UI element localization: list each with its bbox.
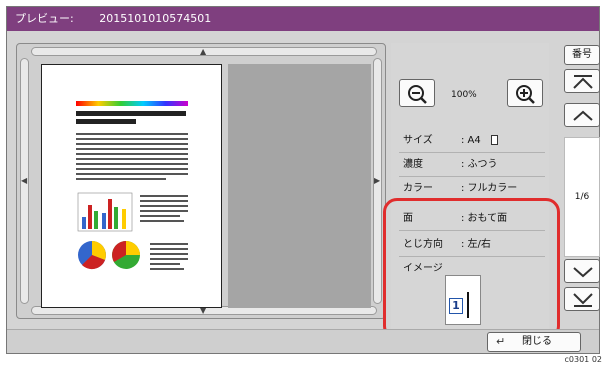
footer-bar: ↵ 閉じる: [7, 329, 599, 353]
blank-preview-area: [228, 64, 371, 308]
chevron-down-icon: [573, 267, 593, 278]
scroll-left-bar[interactable]: ◀: [20, 58, 29, 304]
property-value: : ふつう: [461, 159, 498, 170]
page-orientation-icon: [491, 135, 498, 145]
chevron-up-icon: ▲: [200, 47, 207, 56]
scroll-right-bar[interactable]: ▶: [373, 58, 382, 304]
close-button[interactable]: ↵ 閉じる: [487, 332, 581, 352]
document-thumbnail-image: [76, 101, 188, 270]
file-name: 2015101010574501: [99, 12, 212, 25]
property-label: サイズ: [403, 135, 433, 146]
zoom-out-icon: [408, 85, 427, 104]
page-counter-value: 1/6: [574, 192, 590, 202]
chevron-up-icon: [573, 110, 593, 121]
number-button[interactable]: 番号: [564, 45, 600, 65]
page-counter: 1/6: [564, 137, 600, 257]
close-button-label: 閉じる: [522, 336, 552, 347]
property-value: : A4: [461, 135, 481, 146]
first-page-icon: [573, 75, 593, 89]
number-button-label: 番号: [572, 49, 592, 60]
chevron-right-icon: ▶: [374, 176, 381, 185]
document-page-thumbnail: [41, 64, 222, 308]
next-page-button[interactable]: [564, 259, 600, 283]
chevron-left-icon: ◀: [21, 176, 28, 185]
figure-code: c0301 02: [564, 355, 602, 364]
property-row-size: サイズ : A4: [399, 129, 545, 153]
property-label: 濃度: [403, 159, 423, 170]
preview-frame: ▲ ▼ ◀ ▶: [16, 43, 386, 319]
zoom-out-button[interactable]: [399, 79, 435, 107]
titlebar: プレビュー: 2015101010574501: [7, 7, 599, 31]
first-page-button[interactable]: [564, 69, 600, 93]
preview-window: プレビュー: 2015101010574501 ▲ ▼ ◀ ▶ 100% サイズ…: [6, 6, 600, 354]
scroll-up-bar[interactable]: ▲: [31, 47, 377, 56]
zoom-in-button[interactable]: [507, 79, 543, 107]
window-title: プレビュー:: [15, 12, 74, 25]
last-page-icon: [573, 293, 593, 307]
return-arrow-icon: ↵: [496, 335, 506, 348]
zoom-level: 100%: [451, 90, 477, 100]
highlight-outline: [383, 198, 560, 340]
last-page-button[interactable]: [564, 287, 600, 311]
previous-page-button[interactable]: [564, 103, 600, 127]
property-row-density: 濃度 : ふつう: [399, 153, 545, 177]
zoom-in-icon: [516, 85, 535, 104]
